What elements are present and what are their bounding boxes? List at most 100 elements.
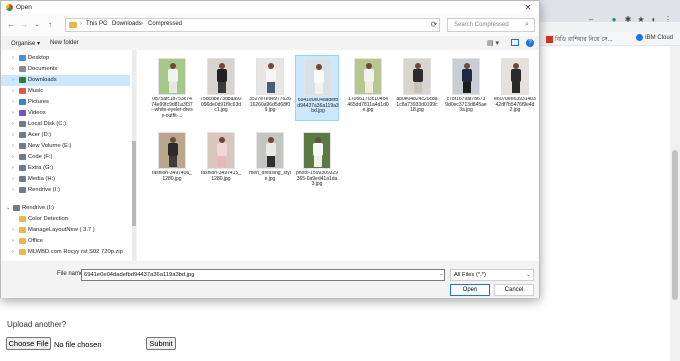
desktop-folder-icon	[19, 55, 26, 61]
nav-item-label: Color Detection	[28, 216, 68, 222]
file-name-label: 3527e7e9e97762616260a96d5d68f09.jpg	[249, 97, 291, 114]
file-name-label: 1706617f3c104c4465dd7811a4d1d0e.jpg	[347, 97, 389, 114]
expand-chevron-icon[interactable]: ›	[12, 121, 14, 127]
breadcrumb-downloads[interactable]: Downloads	[112, 21, 142, 27]
organise-menu-button[interactable]: Organise ▾	[11, 40, 40, 47]
file-name-label: 0d75afc18753c7474e99fc9d81a3f37--white-e…	[151, 97, 193, 119]
expand-chevron-icon[interactable]: ›	[12, 249, 14, 255]
nav-item[interactable]: › Extra (G:)	[1, 163, 130, 174]
file-name-label: e6070ee6393140342df7b5476f9e4d2.jpg	[494, 97, 536, 114]
expand-chevron-icon[interactable]: ›	[12, 176, 14, 182]
nav-item[interactable]: ⌄ Rendrive (I:)	[1, 203, 124, 214]
nav-item[interactable]: › MLWBD.com Rocyy rst S02 720p.zip	[1, 247, 130, 258]
thumbnail-figure-body	[511, 69, 521, 82]
file-type-select[interactable]: All Files (*.*) ⌄	[450, 269, 534, 281]
nav-item[interactable]: › Downloads	[1, 75, 130, 86]
help-icon[interactable]: ?	[526, 39, 534, 47]
image-thumbnail	[256, 58, 284, 95]
nav-item[interactable]: › ManageLayoutNew ( 3.7 )	[1, 225, 130, 236]
thumbnail-figure-legs	[463, 82, 471, 93]
file-item[interactable]: fashion-3497415_1280.jpg	[199, 129, 243, 195]
expand-chevron-icon[interactable]: ›	[12, 154, 14, 160]
file-item[interactable]: e6070ee6393140342df7b5476f9e4d2.jpg	[493, 55, 537, 121]
nav-item[interactable]: › Acer (D:)	[1, 130, 130, 141]
file-item[interactable]: c78f1679af78673 9d0ec3713d845ae3a.jpg	[444, 55, 488, 121]
nav-item[interactable]: Color Detection	[1, 214, 130, 225]
drive-icon	[19, 121, 26, 127]
breadcrumb-separator-icon: ›	[141, 21, 143, 27]
file-item[interactable]: 0d75afc18753c7474e99fc9d81a3f37--white-e…	[150, 55, 194, 121]
expand-chevron-icon[interactable]: ›	[12, 88, 14, 94]
preview-pane-icon[interactable]	[511, 39, 519, 46]
file-item[interactable]: fashion-3497406_1280.jpg	[150, 129, 194, 195]
file-item[interactable]: 75dcd8e73dbaa92096de0d91f9c63dc1.jpg	[199, 55, 243, 121]
cancel-button[interactable]: Cancel	[494, 284, 534, 296]
pictures-icon	[19, 99, 26, 105]
refresh-icon[interactable]: ⟳	[429, 20, 439, 30]
nav-item[interactable]: › Office	[1, 236, 130, 247]
file-item[interactable]: ab0e04824c20c8a1c8a73933d0199c18.jpg	[395, 55, 439, 121]
expand-down-chevron-icon[interactable]: ⌄	[6, 205, 11, 211]
change-view-icon[interactable]: ▤ ▾	[487, 39, 499, 47]
file-item[interactable]: 1706617f3c104c4465dd7811a4d1d0e.jpg	[346, 55, 390, 121]
breadcrumb-separator-icon: ›	[80, 21, 82, 27]
expand-chevron-icon[interactable]: ›	[12, 165, 14, 171]
open-button[interactable]: Open	[450, 284, 490, 296]
expand-chevron-icon[interactable]: ›	[12, 110, 14, 116]
dialog-titlebar[interactable]: Open ✕	[1, 1, 539, 14]
thumbnail-figure-body	[313, 143, 323, 156]
image-thumbnail	[354, 58, 382, 95]
expand-chevron-icon[interactable]: ›	[12, 187, 14, 193]
nav-item[interactable]: › Pictures	[1, 97, 130, 108]
nav-item[interactable]: › Media (H:)	[1, 174, 130, 185]
dialog-title: Open	[16, 4, 32, 11]
expand-chevron-icon[interactable]: ›	[12, 143, 14, 149]
file-name-dropdown-chevron-icon[interactable]: ⌄	[439, 271, 444, 277]
navigation-scrollbar-thumb[interactable]	[132, 141, 136, 226]
expand-chevron-icon[interactable]: ›	[12, 66, 14, 72]
image-thumbnail	[304, 59, 332, 96]
forward-arrow-icon[interactable]: →	[19, 20, 29, 30]
nav-item[interactable]: › Desktop	[1, 53, 130, 64]
recent-locations-chevron-icon[interactable]: ⌄	[32, 20, 42, 30]
nav-item-label: Acer (D:)	[28, 132, 52, 138]
nav-item[interactable]: › Documents	[1, 64, 130, 75]
thumbnail-figure-legs	[267, 82, 275, 93]
file-item[interactable]: men_dressing_style.jpg	[248, 129, 292, 195]
thumbnail-figure-legs	[169, 156, 177, 167]
file-item[interactable]: photo-1599309329365-0a9ed41a1da3.jpg	[295, 129, 339, 195]
expand-chevron-icon[interactable]: ›	[12, 132, 14, 138]
thumbnail-figure-body	[413, 69, 423, 82]
expand-chevron-icon[interactable]: ›	[12, 99, 14, 105]
submit-button[interactable]: Submit	[146, 337, 176, 350]
nav-item[interactable]: › Code (F:)	[1, 152, 130, 163]
bookmark-item[interactable]: বিডি রাশিয়ার নিয়ে সে...	[546, 34, 613, 45]
file-item[interactable]: 3527e7e9e97762616260a96d5d68f09.jpg	[248, 55, 292, 121]
page-scrollbar-thumb[interactable]	[672, 150, 678, 300]
file-type-chevron-icon: ⌄	[526, 272, 531, 278]
address-bar[interactable]: › This PC › Downloads › Compressed ⌄	[65, 18, 487, 32]
nav-item[interactable]: › Videos	[1, 108, 130, 119]
search-input[interactable]: Search Compressed ⌕	[447, 18, 535, 32]
nav-item[interactable]: › Local Disk (C:)	[1, 119, 130, 130]
close-icon[interactable]: ✕	[522, 3, 534, 12]
expand-chevron-icon[interactable]: ›	[12, 55, 14, 61]
image-thumbnail	[501, 58, 529, 95]
file-item[interactable]: 6941e0e04dadefbd94437a36a119a3bd.jpg	[295, 55, 339, 121]
nav-item[interactable]: › Music	[1, 86, 130, 97]
nav-item[interactable]: › Rendrive (I:)	[1, 185, 130, 196]
file-name-field[interactable]	[81, 269, 445, 281]
up-arrow-icon[interactable]: ↑	[45, 20, 55, 30]
expand-chevron-icon[interactable]: ›	[12, 77, 14, 83]
choose-file-button[interactable]: Choose File	[6, 337, 51, 350]
folder-icon	[69, 22, 77, 28]
expand-chevron-icon[interactable]: ›	[12, 238, 14, 244]
new-folder-button[interactable]: New folder	[50, 40, 79, 46]
bookmark-item[interactable]: IBM Cloud	[636, 34, 673, 41]
breadcrumb-compressed[interactable]: Compressed	[148, 21, 182, 27]
videos-icon	[19, 110, 26, 116]
drive-icon	[19, 132, 26, 138]
expand-chevron-icon[interactable]: ›	[12, 227, 14, 233]
nav-item[interactable]: › New Volume (E:)	[1, 141, 130, 152]
back-arrow-icon[interactable]: ←	[6, 20, 16, 30]
